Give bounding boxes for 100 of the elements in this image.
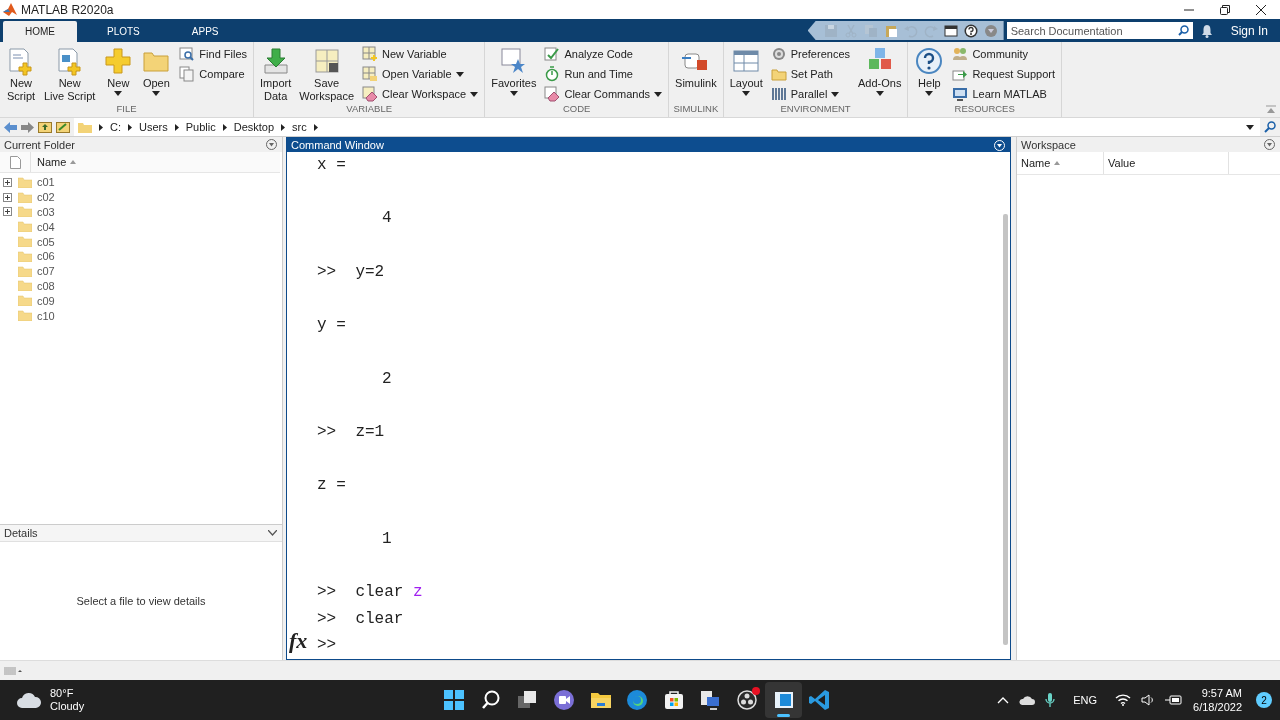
language-indicator[interactable]: ENG [1073,694,1098,706]
folder-icon [18,236,32,248]
cloud-icon[interactable] [1019,695,1036,705]
ribbon-button[interactable]: New Script [3,46,39,103]
group-label: VARIABLE [345,103,393,116]
command-prompt[interactable]: >> [317,636,337,655]
ribbon-button[interactable]: Open Variable [362,66,479,82]
ribbon-button[interactable]: Request Support [952,66,1055,82]
breadcrumb[interactable]: src [292,121,307,133]
breadcrumb[interactable]: Users [139,121,168,133]
forward-arrow-icon[interactable] [21,121,34,133]
folder-icon [78,121,92,133]
back-arrow-icon[interactable] [4,121,17,133]
group-label: CODE [561,103,592,116]
ribbon-button[interactable]: Help [911,46,948,103]
scrollbar-thumb[interactable] [1002,214,1008,645]
clock[interactable]: 9:57 AM 6/18/2022 [1193,686,1242,714]
weather-condition: Cloudy [50,700,85,713]
folder-name[interactable]: c10 [37,309,55,322]
browse-folder-icon[interactable] [56,121,70,133]
expand-plus-icon[interactable] [3,177,12,187]
ribbon-tab[interactable]: HOME [3,21,77,42]
folder-icon [18,176,32,188]
function-hint-icon[interactable]: fx [289,628,308,655]
folder-name[interactable]: c03 [37,206,55,218]
panel-menu-icon[interactable] [266,139,277,150]
battery-icon[interactable] [1165,694,1184,706]
ribbon-button[interactable]: Run and Time [544,66,663,82]
matlab-logo-icon [3,3,17,16]
panel-menu-icon[interactable] [1264,139,1275,150]
folder-name[interactable]: c02 [37,191,55,204]
notification-badge[interactable]: 2 [1256,692,1272,708]
ribbon-button[interactable]: Learn MATLAB [952,86,1055,102]
folder-icon [18,265,32,277]
folder-name[interactable]: c01 [37,176,55,189]
group-label: FILE [115,103,138,116]
ribbon-button[interactable]: Layout [726,46,766,103]
ribbon-button[interactable]: Favorites [488,46,540,103]
expand-plus-icon[interactable] [3,192,12,202]
ribbon-tab[interactable]: PLOTS [85,21,162,42]
breadcrumb[interactable]: C: [110,121,121,133]
column-header[interactable]: Value [1104,152,1229,174]
collapse-caret-icon[interactable] [268,530,277,536]
search-icon[interactable] [1264,121,1276,133]
group-label: ENVIRONMENT [779,103,852,116]
breadcrumb[interactable]: Desktop [233,121,275,133]
ribbon-tab[interactable]: APPS [169,21,241,42]
expand-plus-icon[interactable] [3,207,12,217]
sign-in-link[interactable]: Sign In [1224,22,1274,39]
taskbar-app[interactable] [765,682,802,718]
ribbon-button[interactable]: Clear Commands [544,86,663,102]
browser-icon [625,688,650,712]
folder-name[interactable]: c09 [37,294,55,307]
breadcrumb-arrow-icon [281,123,286,131]
ribbon-button[interactable]: Compare [179,66,248,82]
column-header[interactable]: Name [1017,152,1104,174]
output-text: x = [317,156,346,174]
output-text: z = [317,476,346,495]
folder-name[interactable]: c07 [37,265,55,278]
ribbon-button[interactable]: Community [952,46,1055,62]
folder-icon [770,66,787,82]
ribbon-button[interactable]: Set Path [770,66,850,82]
panel-title: Details [4,527,38,539]
ribbon-button[interactable]: New Live Script [41,46,99,103]
chevron-up-icon[interactable] [997,696,1010,704]
folder-name[interactable]: c06 [37,250,55,263]
ribbon-button[interactable]: Parallel [770,86,850,102]
ribbon-button[interactable]: New Variable [362,46,479,62]
folder-name[interactable]: c05 [37,235,55,248]
bell-icon[interactable] [1200,23,1213,38]
ribbon-button[interactable]: Analyze Code [544,46,663,62]
ribbon-button[interactable]: Open [138,46,175,103]
folder-icon [18,221,32,233]
breadcrumb[interactable]: Public [185,121,216,133]
command-line: >> clear z [317,583,423,601]
ribbon-button[interactable]: Simulink [672,46,720,103]
search-field[interactable]: Search Documentation [1006,22,1178,39]
restore-icon[interactable] [1220,4,1230,15]
stopwatch-icon [544,66,561,82]
ribbon-button[interactable]: Preferences [770,46,850,62]
speaker-icon[interactable] [1141,694,1156,706]
folder-up-icon[interactable] [38,121,52,133]
help-icon[interactable] [963,23,978,38]
microphone-icon[interactable] [1045,692,1056,708]
folder-name[interactable]: c04 [37,220,55,233]
sort-arrow-icon [70,160,77,164]
status-grip-icon[interactable] [4,665,22,676]
window-icon[interactable] [943,23,958,38]
ribbon-button[interactable]: Add-Ons [855,46,905,103]
ribbon-button[interactable]: Save Workspace [296,46,358,103]
ribbon-button[interactable]: Clear Workspace [362,86,479,102]
folder-icon [18,280,32,292]
ribbon-button[interactable]: Find Files [179,46,248,62]
folder-name[interactable]: c08 [37,279,55,292]
column-header[interactable]: Name [31,155,83,169]
wifi-icon[interactable] [1115,694,1132,706]
close-icon[interactable] [1256,4,1266,15]
help-icon [914,46,945,76]
ribbon-button[interactable]: Import Data [257,46,295,103]
ribbon-button[interactable]: New [100,46,137,103]
